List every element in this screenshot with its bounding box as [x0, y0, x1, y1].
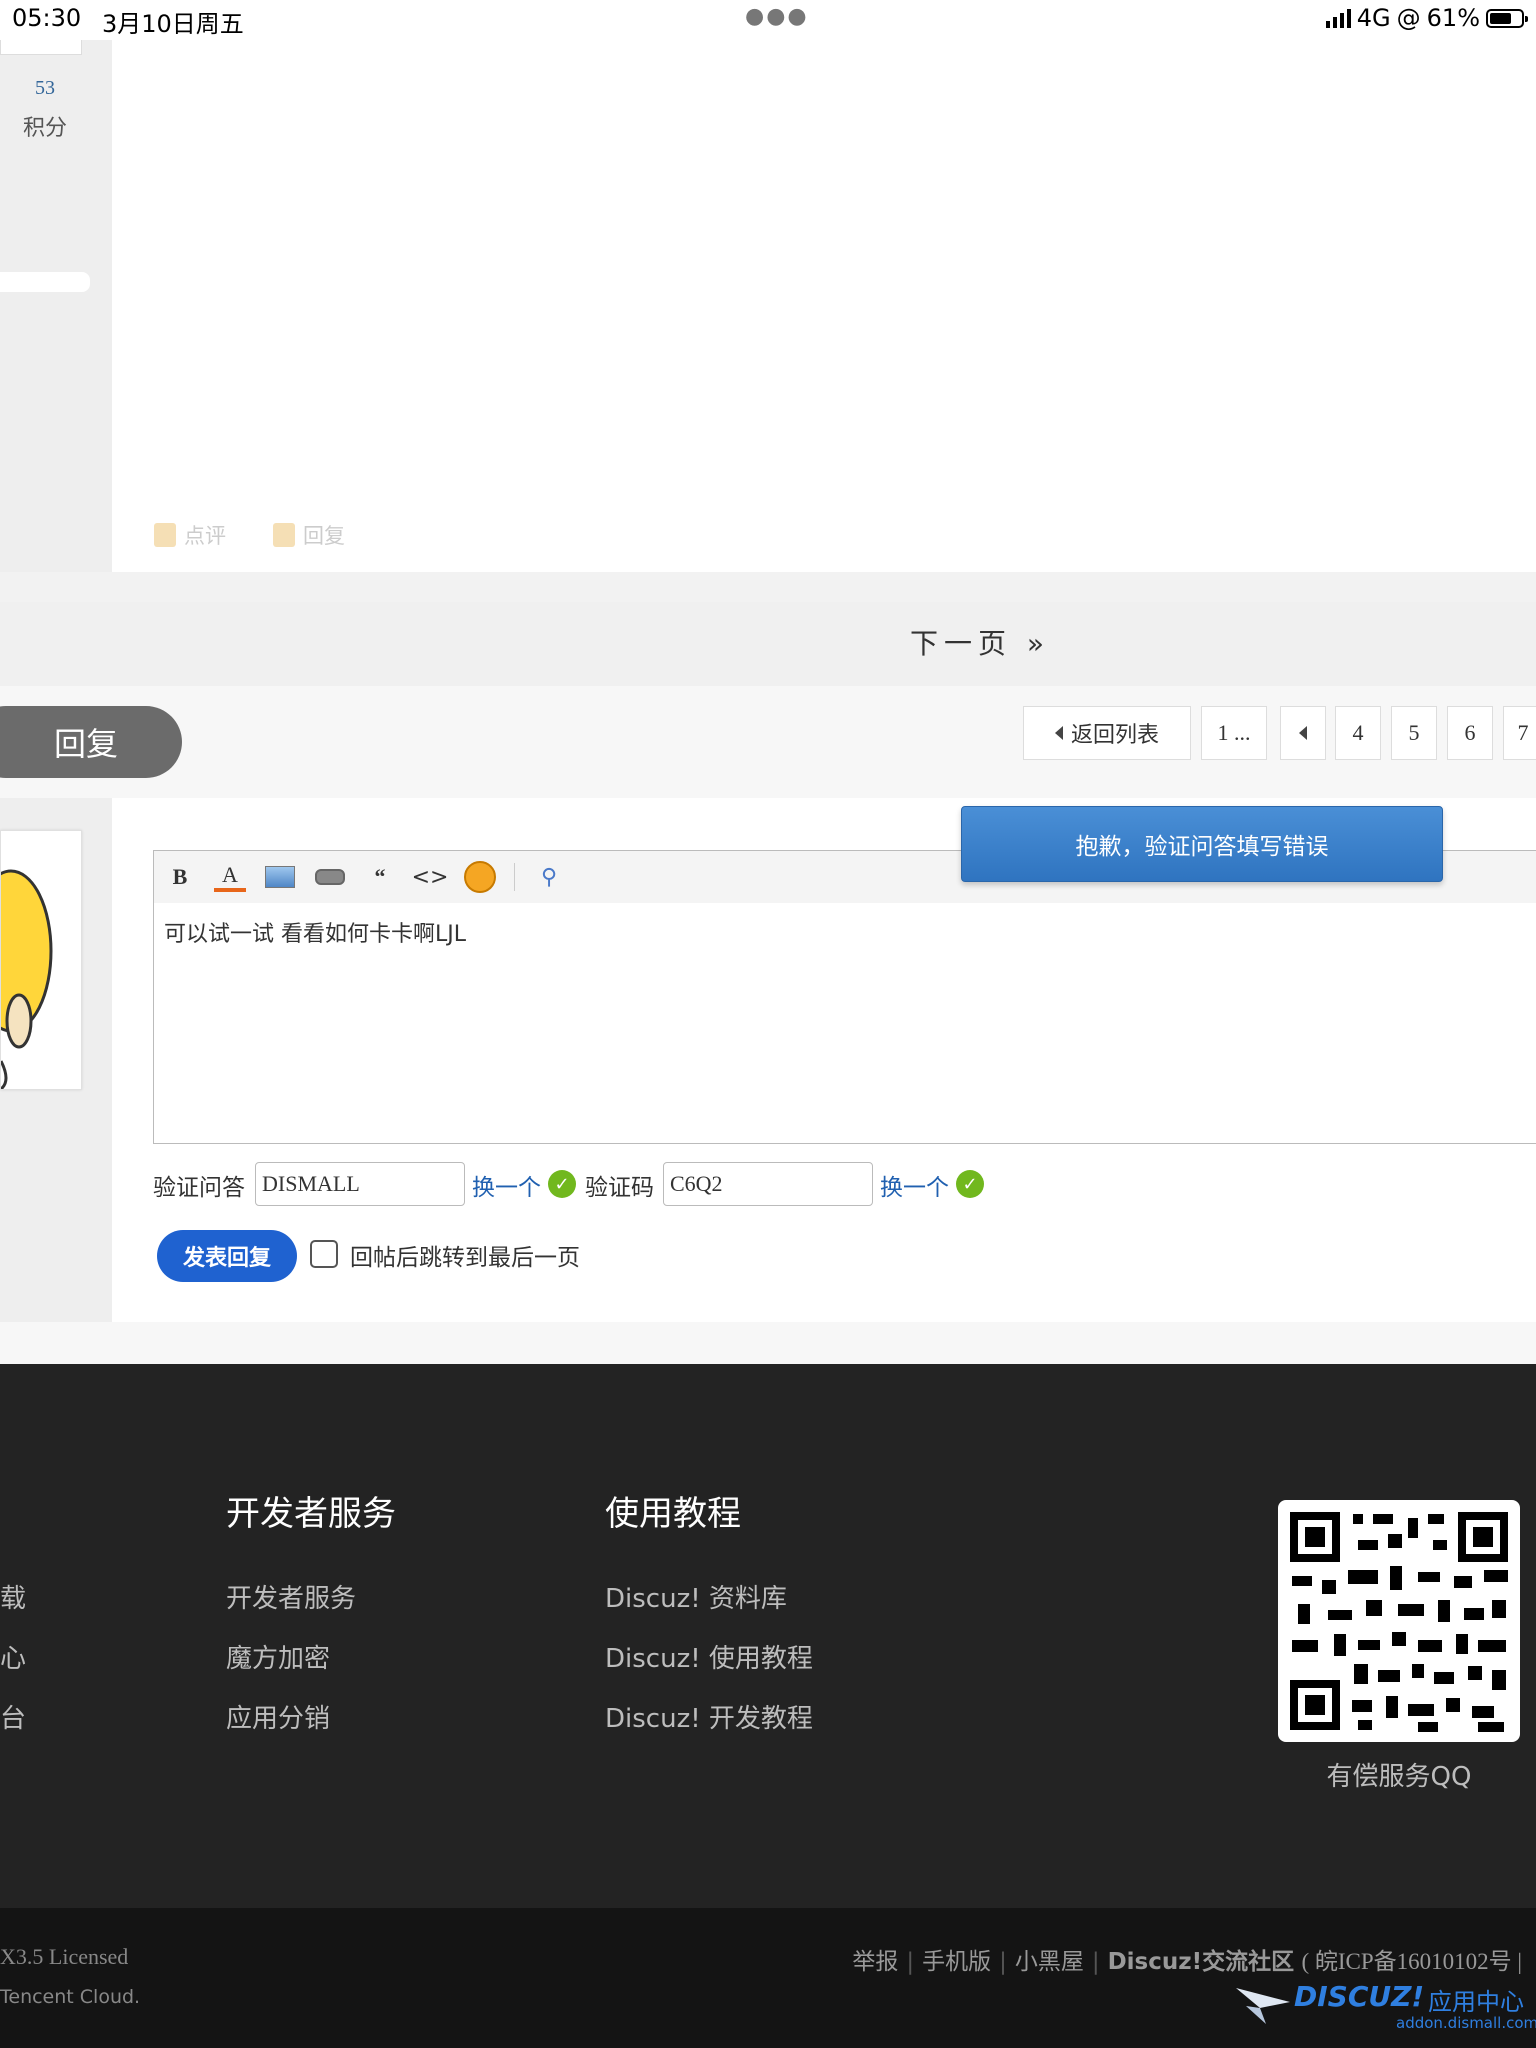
author-card-edge [0, 40, 82, 55]
check-icon: ✓ [956, 1170, 984, 1198]
image-icon[interactable] [264, 861, 296, 893]
cloud-text: Tencent Cloud. [0, 1986, 141, 2008]
footer-link[interactable]: Discuz! 资料库 [605, 1578, 787, 1615]
page-number[interactable]: 7 [1503, 706, 1536, 760]
orientation-lock-icon: @ [1396, 4, 1421, 32]
icp-link[interactable]: ( 皖ICP备16010102号 | [1301, 1949, 1522, 1974]
captcha-input[interactable]: C6Q2 [663, 1162, 873, 1206]
comment-label: 点评 [184, 524, 226, 548]
battery-percent: 61% [1426, 4, 1480, 32]
check-icon: ✓ [548, 1170, 576, 1198]
attachment-icon[interactable] [314, 861, 346, 893]
jump-last-page-checkbox[interactable] [310, 1240, 338, 1268]
status-date: 3月10日周五 [102, 10, 244, 38]
network-type: 4G [1356, 4, 1391, 32]
reply-button[interactable]: 回复 [0, 706, 182, 778]
question-input[interactable]: DISMALL [255, 1162, 465, 1206]
captcha-label: 验证码 [585, 1175, 654, 1201]
mobile-link[interactable]: 手机版 [922, 1949, 991, 1975]
credits-label: 积分 [22, 116, 67, 141]
page-number[interactable]: 4 [1335, 706, 1381, 760]
footer-link[interactable]: 载 [0, 1578, 26, 1615]
code-icon[interactable]: <> [412, 861, 449, 893]
footer-link[interactable]: 魔方加密 [226, 1638, 330, 1675]
footer-link[interactable]: Discuz! 开发教程 [605, 1698, 813, 1735]
footer-link[interactable]: 台 [0, 1698, 26, 1735]
page-first[interactable]: 1 ... [1201, 706, 1267, 760]
report-link[interactable]: 举报 [852, 1949, 898, 1975]
community-link[interactable]: Discuz!交流社区 [1108, 1949, 1295, 1975]
signal-icon [1325, 8, 1351, 28]
footer-heading-tutorial: 使用教程 [605, 1494, 741, 1534]
footer-link[interactable]: 应用分销 [226, 1698, 330, 1735]
battery-icon [1486, 8, 1528, 28]
swap-question-link[interactable]: 换一个 [472, 1168, 541, 1202]
divider [514, 863, 515, 891]
status-indicators: 4G @ 61% [1325, 4, 1528, 32]
credits-value[interactable]: 53 [0, 77, 90, 100]
bottom-links: 举报 | 手机版 | 小黑屋 | Discuz!交流社区 ( 皖ICP备16010102号 … [852, 1949, 1522, 1975]
avatar[interactable] [0, 830, 82, 1090]
qr-label: 有偿服务QQ [1326, 1762, 1472, 1792]
prev-page-button[interactable] [1280, 706, 1326, 760]
license-text: X3.5 Licensed [0, 1944, 129, 1969]
bold-icon[interactable]: B [164, 861, 196, 893]
submit-reply-button[interactable]: 发表回复 [157, 1230, 297, 1282]
post-content [112, 40, 1536, 572]
comment-icon [154, 523, 176, 547]
next-page-bar [0, 602, 1536, 686]
blackroom-link[interactable]: 小黑屋 [1015, 1949, 1084, 1975]
quote-icon[interactable]: “ [364, 861, 396, 893]
page-number[interactable]: 6 [1447, 706, 1493, 760]
discuz-logo[interactable]: DISCUZ! 应用中心 addon.dismall.com [1236, 1980, 1536, 2036]
editor-content[interactable]: 可以试一试 看看如何卡卡啊LJL [164, 916, 466, 948]
footer-link[interactable]: 心 [0, 1638, 26, 1675]
qr-code [1278, 1500, 1520, 1742]
question-label: 验证问答 [153, 1175, 245, 1201]
status-time: 05:30 [12, 4, 82, 32]
footer-link[interactable]: 开发者服务 [226, 1578, 356, 1615]
multitask-dots-icon[interactable]: ●●● [745, 4, 809, 29]
section-gap [0, 1322, 1536, 1364]
back-to-list-label: 返回列表 [1070, 723, 1159, 748]
logo-suffix: 应用中心 [1428, 1988, 1524, 2016]
error-tooltip: 抱歉，验证问答填写错误 [961, 806, 1443, 882]
jump-last-page-label: 回帖后跳转到最后一页 [350, 1245, 580, 1271]
logo-domain: addon.dismall.com [1396, 2014, 1536, 2032]
smiley-icon[interactable] [464, 861, 496, 893]
logo-text: DISCUZ! [1294, 1980, 1425, 2013]
footer-heading-dev: 开发者服务 [226, 1494, 396, 1534]
link-icon[interactable]: ⚲ [533, 861, 565, 893]
reply-action[interactable]: 回复 [273, 520, 345, 550]
reply-icon [273, 523, 295, 547]
next-page-link[interactable]: 下一页 » [910, 622, 1050, 662]
back-to-list-button[interactable]: 返回列表 [1023, 706, 1191, 760]
reply-label: 回复 [303, 524, 345, 548]
comment-action[interactable]: 点评 [154, 520, 226, 550]
font-color-icon[interactable]: A [214, 862, 246, 892]
author-sidebar-bar [0, 272, 90, 292]
footer-link[interactable]: Discuz! 使用教程 [605, 1638, 813, 1675]
swap-captcha-link[interactable]: 换一个 [880, 1168, 949, 1202]
caret-left-icon [1054, 726, 1063, 740]
page-number[interactable]: 5 [1391, 706, 1437, 760]
prev-icon [1299, 726, 1307, 740]
